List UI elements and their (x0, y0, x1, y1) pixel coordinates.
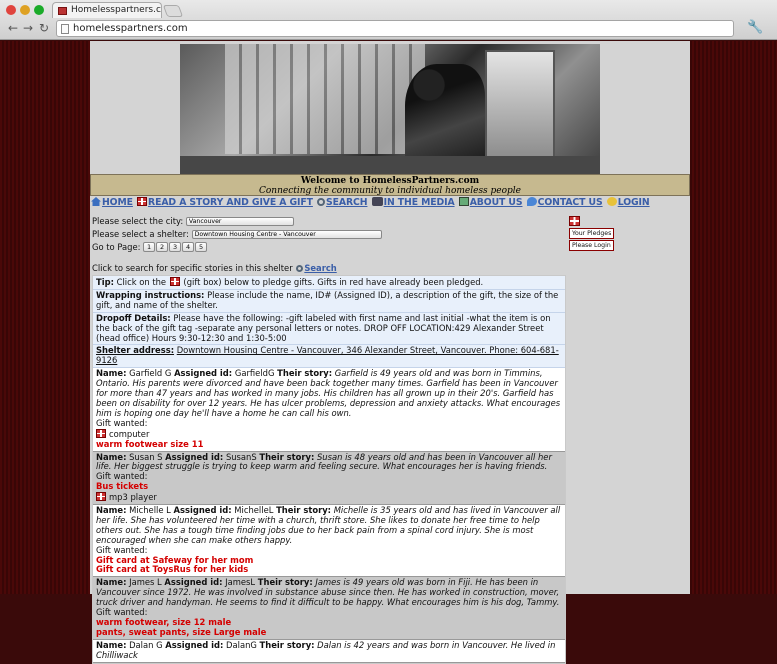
browser-tab[interactable]: Homelesspartners.com - W (52, 2, 162, 18)
minimize-window-icon[interactable] (20, 5, 30, 15)
favicon-icon (58, 7, 67, 15)
tip-box: Tip: Click on the (gift box) below to pl… (93, 276, 565, 290)
picture-icon (458, 197, 469, 206)
site-tagline: Connecting the community to individual h… (258, 186, 522, 196)
gift-box-icon[interactable] (96, 428, 106, 438)
site-title: Welcome to HomelessPartners.com (300, 176, 480, 186)
wrapping-box: Wrapping instructions: Please include th… (93, 289, 565, 313)
pledged-gift: Bus tickets (96, 481, 149, 492)
tab-title: Homelesspartners.com - W (71, 5, 161, 15)
person-name: James L (129, 577, 162, 588)
shelter-filter-form: Please select the city: Vancouver Please… (92, 215, 382, 254)
shelter-box: Shelter address: Downtown Housing Centre… (93, 345, 565, 369)
shelter-label: Please select a shelter: (92, 229, 189, 239)
speech-bubble-icon (526, 197, 537, 206)
nav-contact[interactable]: CONTACT US (538, 197, 603, 208)
forward-arrow-icon[interactable]: → (23, 21, 33, 35)
gift-item[interactable]: computer (96, 428, 562, 440)
page-button-2[interactable]: 2 (156, 242, 169, 252)
search-prompt: Click to search for specific stories in … (92, 263, 337, 273)
search-link[interactable]: Search (304, 263, 336, 273)
address-bar[interactable]: homelesspartners.com (56, 20, 734, 37)
nav-search[interactable]: SEARCH (326, 197, 368, 208)
header-photo (180, 44, 600, 174)
page-button-1[interactable]: 1 (143, 242, 156, 252)
shelter-select[interactable]: Downtown Housing Centre - Vancouver (191, 230, 382, 239)
person-entry: Name: Susan S Assigned id: SusanS Their … (93, 451, 565, 506)
page-button-3[interactable]: 3 (169, 242, 182, 252)
url-text: homelesspartners.com (73, 23, 188, 34)
city-select[interactable]: Vancouver (185, 217, 294, 226)
page-content: Welcome to HomelessPartners.com Connecti… (90, 41, 690, 664)
site-banner: Welcome to HomelessPartners.com Connecti… (90, 174, 690, 196)
page-button-4[interactable]: 4 (182, 242, 195, 252)
smiley-icon (606, 197, 617, 206)
pledged-gift: warm footwear, size 12 male (96, 617, 232, 627)
nav-login[interactable]: LOGIN (618, 197, 650, 208)
story-list: Tip: Click on the (gift box) below to pl… (92, 275, 566, 664)
person-name: Garfield G (129, 368, 172, 379)
goto-label: Go to Page: (92, 242, 141, 252)
nav-media[interactable]: IN THE MEDIA (384, 197, 455, 208)
person-name: Michelle L (129, 505, 171, 516)
home-icon (91, 197, 101, 206)
reload-icon[interactable]: ↻ (39, 21, 49, 35)
pledged-gift: Gift card at ToysRus for her kids (96, 564, 249, 575)
dropoff-box: Dropoff Details: Please have the followi… (93, 312, 565, 346)
city-label: Please select the city: (92, 216, 184, 226)
magnifier-icon (317, 198, 326, 206)
pledge-sidebar: Your Pledges Please Login (569, 216, 615, 251)
maximize-window-icon[interactable] (34, 5, 44, 15)
page-button-5[interactable]: 5 (195, 242, 208, 252)
page-icon (61, 24, 69, 34)
gift-box-icon (169, 277, 180, 286)
site-background: Welcome to HomelessPartners.com Connecti… (0, 41, 777, 664)
gift-box-icon (137, 197, 148, 206)
main-nav: HOME READ A STORY AND GIVE A GIFT SEARCH… (90, 197, 690, 208)
pledged-gift: warm footwear size 11 (96, 438, 204, 449)
person-name: Dalan G (129, 639, 163, 650)
nav-about[interactable]: ABOUT US (470, 197, 523, 208)
person-entry: Name: Garfield G Assigned id: GarfieldG … (93, 368, 565, 452)
your-pledges-button[interactable]: Your Pledges (569, 228, 615, 239)
browser-chrome: Homelesspartners.com - W ← → ↻ homelessp… (0, 0, 777, 40)
pledged-gift: pants, sweat pants, size Large male (96, 626, 267, 637)
gift-box-icon (569, 216, 580, 226)
nav-story[interactable]: READ A STORY AND GIVE A GIFT (148, 197, 313, 208)
close-window-icon[interactable] (6, 5, 16, 15)
new-tab-button[interactable] (162, 5, 184, 17)
gift-box-icon[interactable] (96, 492, 106, 502)
camera-icon (371, 197, 383, 206)
person-name: Susan S (129, 451, 163, 462)
gift-item[interactable]: mp3 player (96, 492, 562, 503)
please-login-button[interactable]: Please Login (569, 240, 614, 251)
person-entry: Name: Dalan G Assigned id: DalanG Their … (93, 639, 565, 663)
person-entry: Name: James L Assigned id: JamesL Their … (93, 577, 565, 640)
wrench-icon[interactable]: 🔧 (747, 20, 763, 35)
person-entry: Name: Michelle L Assigned id: MichelleL … (93, 505, 565, 578)
magnifier-icon (296, 265, 304, 272)
nav-home[interactable]: HOME (102, 197, 133, 208)
back-arrow-icon[interactable]: ← (8, 21, 18, 35)
